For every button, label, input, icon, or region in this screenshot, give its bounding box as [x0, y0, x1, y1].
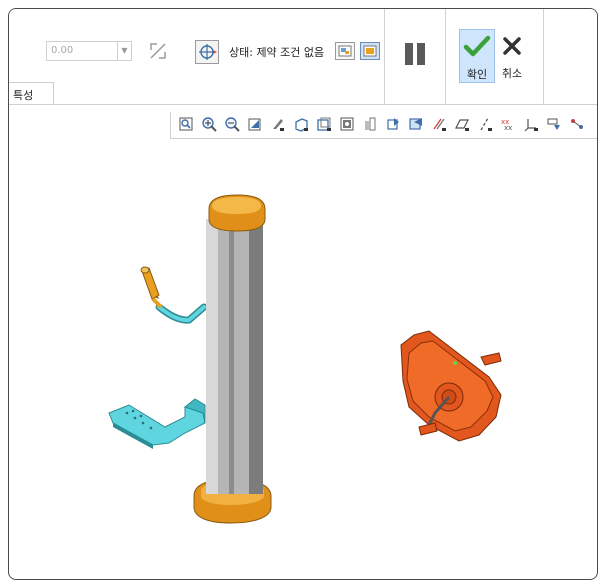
component-placement-dashboard: 0.00 ▼ 상태: 제약 조건 없음 확인 취소 특성 — [9, 9, 597, 105]
column-part[interactable] — [193, 194, 272, 524]
cable-part[interactable] — [140, 266, 208, 324]
perspective-icon[interactable] — [339, 116, 355, 132]
confirm-button[interactable]: 확인 — [459, 29, 495, 83]
section-icon[interactable] — [362, 116, 378, 132]
bracket-part[interactable] — [108, 398, 206, 449]
chevron-down-icon[interactable]: ▼ — [117, 42, 131, 60]
view-manager-icon[interactable] — [316, 116, 332, 132]
confirm-label: 확인 — [466, 68, 488, 81]
more-display-icon[interactable] — [569, 116, 585, 132]
offset-value-text: 0.00 — [51, 45, 74, 56]
repaint-icon[interactable] — [247, 116, 263, 132]
offset-value-field[interactable]: 0.00 ▼ — [46, 41, 132, 61]
point-display-icon[interactable]: xx xx — [500, 116, 516, 132]
tab-properties[interactable]: 특성 — [9, 82, 54, 105]
close-icon — [503, 37, 521, 55]
housing-part[interactable] — [400, 330, 502, 442]
cancel-button[interactable]: 취소 — [495, 29, 529, 81]
axis-display-icon[interactable] — [477, 116, 493, 132]
plane-display-icon[interactable] — [454, 116, 470, 132]
saved-orientation-icon[interactable] — [293, 116, 309, 132]
graphics-area[interactable] — [9, 139, 597, 579]
refit-icon[interactable] — [178, 116, 194, 132]
assembly-window: 0.00 ▼ 상태: 제약 조건 없음 확인 취소 특성 xx xx — [8, 8, 598, 580]
csys-display-icon[interactable] — [523, 116, 539, 132]
zoom-in-icon[interactable] — [201, 116, 217, 132]
view-style-icon[interactable] — [270, 116, 286, 132]
cancel-label: 취소 — [501, 67, 523, 80]
ribbon-separator — [543, 9, 544, 105]
ribbon-separator — [384, 9, 385, 105]
graphics-toolbar: xx xx — [170, 112, 597, 139]
svg-text:xx: xx — [504, 124, 512, 132]
ribbon-separator — [445, 9, 446, 105]
coordinate-system-icon[interactable] — [195, 40, 219, 64]
display-icon[interactable] — [385, 116, 401, 132]
flip-direction-icon[interactable] — [147, 40, 169, 62]
status-display-icon[interactable] — [335, 42, 355, 60]
constraint-status-text: 상태: 제약 조건 없음 — [229, 46, 325, 59]
pause-icon[interactable] — [403, 43, 427, 65]
spin-center-icon[interactable] — [408, 116, 424, 132]
check-icon — [463, 35, 491, 57]
status-toggle-icon[interactable] — [360, 42, 380, 60]
tag-display-icon[interactable] — [546, 116, 562, 132]
ribbon-divider — [9, 104, 597, 105]
tab-properties-label: 특성 — [13, 89, 34, 102]
zoom-out-icon[interactable] — [224, 116, 240, 132]
annotation-icon[interactable] — [431, 116, 447, 132]
